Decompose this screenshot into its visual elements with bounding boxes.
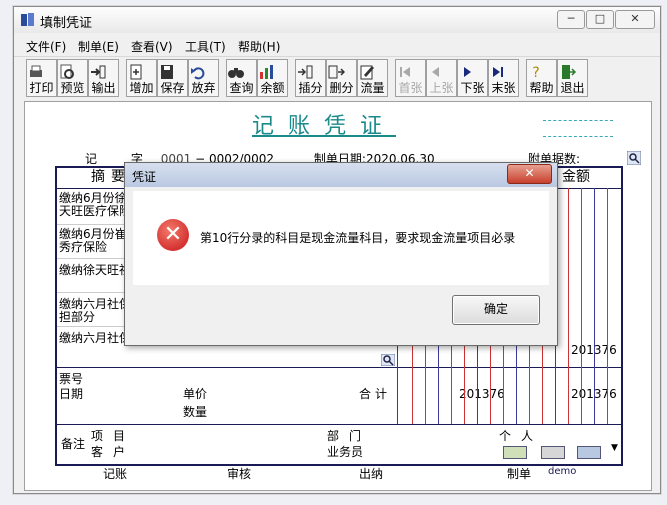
export-icon bbox=[91, 65, 106, 79]
amount-gridline bbox=[607, 188, 608, 424]
exit-button[interactable]: 退出 bbox=[557, 59, 588, 97]
preview-button[interactable]: 预览 bbox=[57, 59, 88, 97]
save-button[interactable]: 保存 bbox=[157, 59, 188, 97]
menu-bar: 文件(F) 制单(E) 查看(V) 工具(T) 帮助(H) bbox=[14, 35, 660, 55]
voucher-word-label: 记 bbox=[85, 152, 98, 166]
dialog-body: ✕ 第10行分录的科目是现金流量科目，要求现金流量项目必录 bbox=[133, 191, 549, 285]
total-label: 合计 bbox=[359, 387, 392, 401]
print-button[interactable]: 打印 bbox=[26, 59, 57, 97]
scroll-down-icon[interactable]: ▼ bbox=[611, 443, 619, 457]
menu-tools[interactable]: 工具(T) bbox=[185, 38, 226, 55]
menu-help[interactable]: 帮助(H) bbox=[238, 38, 280, 55]
insert-row-button[interactable]: 插分 bbox=[295, 59, 326, 97]
maximize-button[interactable]: □ bbox=[586, 10, 614, 29]
dashed-field bbox=[543, 120, 613, 121]
grid-rule bbox=[57, 424, 621, 425]
undo-icon bbox=[191, 67, 205, 80]
next-button[interactable]: 下张 bbox=[457, 59, 488, 97]
remark-label: 备注 bbox=[61, 437, 86, 451]
next-page-icon bbox=[464, 67, 471, 77]
ticket-label: 票号 bbox=[59, 372, 84, 386]
first-button[interactable]: 首张 bbox=[395, 59, 426, 97]
discard-button[interactable]: 放弃 bbox=[188, 59, 219, 97]
dialog-close-button[interactable]: ✕ bbox=[507, 164, 552, 184]
help-icon: ? bbox=[532, 65, 539, 81]
dialog-title: 凭证 bbox=[132, 170, 157, 184]
dialog-title-bar: 凭证 ✕ bbox=[125, 163, 557, 187]
dashed-field bbox=[543, 136, 613, 137]
clerk-label: 业务员 bbox=[327, 445, 364, 459]
ok-button[interactable]: 确定 bbox=[452, 295, 540, 325]
error-message: 第10行分录的科目是现金流量科目，要求现金流量项目必录 bbox=[200, 231, 516, 245]
bar-chart-icon bbox=[260, 65, 273, 79]
menu-file[interactable]: 文件(F) bbox=[26, 38, 66, 55]
grid-rule bbox=[57, 367, 621, 368]
screen-icon[interactable] bbox=[541, 446, 565, 459]
lookup-icon[interactable] bbox=[381, 354, 395, 366]
cashflow-button[interactable]: 流量 bbox=[357, 59, 388, 97]
pen-doc-icon bbox=[360, 65, 374, 80]
svg-text:?: ? bbox=[532, 65, 539, 81]
entry-summary[interactable]: 缴纳6月份徐天旺医疗保险 bbox=[59, 192, 133, 218]
total-debit: 201376 bbox=[459, 387, 505, 401]
new-doc-icon bbox=[130, 64, 142, 80]
delete-row-icon bbox=[328, 65, 345, 79]
list-icon[interactable] bbox=[577, 446, 601, 459]
search-icon[interactable] bbox=[627, 151, 641, 165]
cashier-label: 出纳 bbox=[359, 467, 384, 481]
customer-label: 客户 bbox=[91, 445, 136, 459]
quantity-label: 数量 bbox=[183, 405, 208, 419]
export-button[interactable]: 输出 bbox=[88, 59, 119, 97]
insert-row-icon bbox=[298, 65, 313, 79]
previous-button[interactable]: 上张 bbox=[426, 59, 457, 97]
preview-icon bbox=[60, 64, 74, 79]
app-icon bbox=[21, 13, 34, 26]
amount-gridline bbox=[594, 188, 595, 424]
amount-gridline bbox=[581, 188, 582, 424]
last-page-icon bbox=[493, 67, 503, 77]
entry-summary[interactable]: 缴纳六月社保担部分 bbox=[59, 298, 133, 324]
toolbar: 打印 预览 输出 增加 保存 放弃 查询 余额 插分 删分 流量 首张 上张 下… bbox=[14, 56, 660, 101]
binoculars-icon bbox=[228, 68, 244, 78]
title-bar: 填制凭证 ─ □ ✕ bbox=[14, 7, 660, 33]
amount-column-header: 金额 bbox=[562, 169, 590, 185]
help-button[interactable]: ? 帮助 bbox=[526, 59, 557, 97]
menu-voucher[interactable]: 制单(E) bbox=[78, 38, 119, 55]
error-icon: ✕ bbox=[157, 219, 189, 251]
price-label: 单价 bbox=[183, 387, 208, 401]
balance-button[interactable]: 余额 bbox=[257, 59, 288, 97]
entry-summary[interactable]: 缴纳6月份崔秀疗保险 bbox=[59, 228, 133, 254]
menu-view[interactable]: 查看(V) bbox=[131, 38, 173, 55]
window-title: 填制凭证 bbox=[40, 16, 93, 31]
query-button[interactable]: 查询 bbox=[226, 59, 257, 97]
auditor-label: 审核 bbox=[227, 467, 252, 481]
maker-name: demo bbox=[548, 466, 577, 477]
maker-label: 制单 bbox=[507, 467, 532, 481]
amount-gridline bbox=[568, 188, 569, 424]
close-button[interactable]: ✕ bbox=[615, 10, 655, 29]
bookkeeper-label: 记账 bbox=[103, 467, 128, 481]
last-button[interactable]: 末张 bbox=[488, 59, 519, 97]
floppy-icon bbox=[161, 65, 173, 79]
entry-summary[interactable]: 缴纳徐天旺社 bbox=[59, 264, 133, 277]
person-label: 个人 bbox=[499, 429, 544, 443]
delete-row-button[interactable]: 删分 bbox=[326, 59, 357, 97]
minimize-button[interactable]: ─ bbox=[557, 10, 585, 29]
project-label: 项目 bbox=[91, 429, 136, 443]
exit-door-icon bbox=[562, 65, 576, 79]
voucher-title: 记账凭证 bbox=[252, 114, 397, 139]
entry-summary[interactable]: 缴纳六月社保 bbox=[59, 332, 133, 345]
add-button[interactable]: 增加 bbox=[126, 59, 157, 97]
date-field-label: 日期 bbox=[59, 387, 84, 401]
first-page-icon bbox=[400, 67, 410, 77]
previous-page-icon bbox=[432, 67, 439, 77]
printer-icon bbox=[30, 65, 42, 77]
error-dialog: 凭证 ✕ ✕ 第10行分录的科目是现金流量科目，要求现金流量项目必录 确定 bbox=[124, 162, 558, 346]
department-label: 部门 bbox=[327, 429, 372, 443]
card-icon[interactable] bbox=[503, 446, 527, 459]
